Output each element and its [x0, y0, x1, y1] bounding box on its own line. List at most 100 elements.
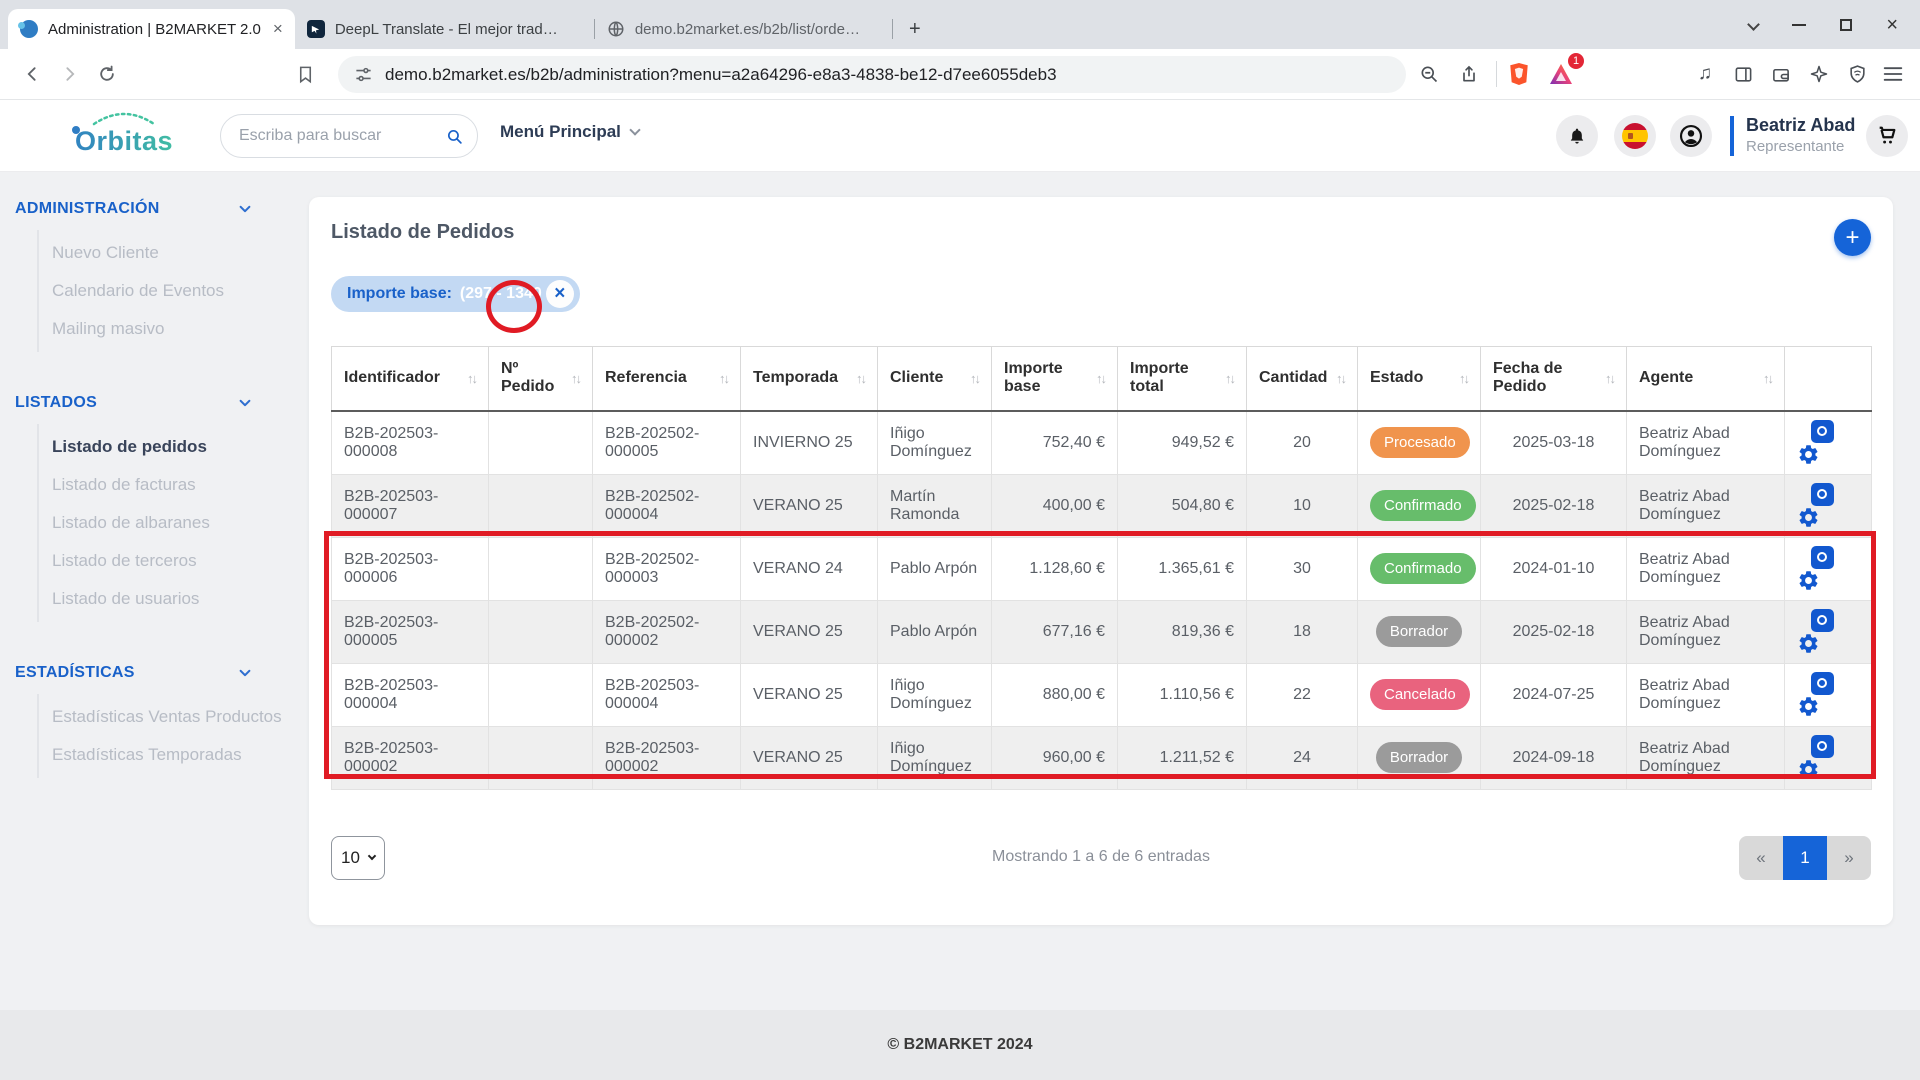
sidebar-item-calendario-de-eventos[interactable]: Calendario de Eventos — [52, 272, 282, 310]
settings-icon[interactable] — [1797, 632, 1820, 655]
column-header-cantidad[interactable]: Cantidad↑↓ — [1247, 347, 1358, 411]
column-header-agente[interactable]: Agente↑↓ — [1627, 347, 1785, 411]
browser-tab[interactable]: Administration | B2MARKET 2.0 × — [8, 9, 295, 49]
brave-rewards-icon[interactable]: 1 — [1544, 57, 1578, 91]
browser-tab[interactable]: demo.b2market.es/b2b/list/orders? — [595, 9, 893, 49]
view-icon[interactable] — [1811, 672, 1834, 695]
cell-n-pedido — [489, 474, 593, 537]
cart-button[interactable] — [1866, 115, 1908, 157]
pagination-page-1[interactable]: 1 — [1783, 836, 1827, 880]
table-row[interactable]: B2B-202503-000004B2B-202503-000004VERANO… — [332, 663, 1872, 726]
column-header-n-pedido[interactable]: Nº Pedido↑↓ — [489, 347, 593, 411]
sort-icon[interactable]: ↑↓ — [571, 371, 580, 386]
sidebar-item-listado-de-usuarios[interactable]: Listado de usuarios — [52, 580, 282, 618]
column-header-fecha-de-pedido[interactable]: Fecha de Pedido↑↓ — [1481, 347, 1627, 411]
chevron-down-icon — [238, 202, 252, 216]
language-selector[interactable] — [1614, 115, 1656, 157]
tab-close-icon[interactable]: × — [273, 19, 283, 39]
cell-cliente: Pablo Arpón — [878, 600, 992, 663]
search-input[interactable] — [239, 127, 446, 145]
pagination-next-button[interactable]: » — [1827, 836, 1871, 880]
table-row[interactable]: B2B-202503-000005B2B-202502-000002VERANO… — [332, 600, 1872, 663]
sidebar-section-listados[interactable]: LISTADOS — [15, 394, 282, 412]
brave-shield-icon[interactable] — [1502, 57, 1536, 91]
account-button[interactable] — [1670, 115, 1712, 157]
sidebar-item-estadisticas-ventas-productos[interactable]: Estadísticas Ventas Productos — [52, 698, 282, 736]
window-close-button[interactable]: × — [1886, 15, 1898, 35]
chevron-down-icon — [238, 396, 252, 410]
sort-icon[interactable]: ↑↓ — [1336, 371, 1345, 386]
cell-importe-total: 949,52 € — [1118, 411, 1247, 475]
sort-icon[interactable]: ↑↓ — [1763, 371, 1772, 386]
sidebar-item-listado-de-pedidos[interactable]: Listado de pedidos — [52, 428, 282, 466]
view-icon[interactable] — [1811, 420, 1834, 443]
zoom-out-icon[interactable] — [1412, 57, 1446, 91]
sort-icon[interactable]: ↑↓ — [1225, 371, 1234, 386]
column-header-estado[interactable]: Estado↑↓ — [1358, 347, 1481, 411]
window-minimize-button[interactable] — [1792, 24, 1806, 26]
settings-icon[interactable] — [1797, 443, 1820, 466]
sidebar-item-estadisticas-temporadas[interactable]: Estadísticas Temporadas — [52, 736, 282, 774]
column-header-cliente[interactable]: Cliente↑↓ — [878, 347, 992, 411]
add-order-button[interactable]: + — [1834, 219, 1871, 256]
sort-icon[interactable]: ↑↓ — [719, 371, 728, 386]
window-maximize-button[interactable] — [1840, 19, 1852, 31]
column-header-referencia[interactable]: Referencia↑↓ — [593, 347, 741, 411]
url-bar[interactable]: demo.b2market.es/b2b/administration?menu… — [338, 56, 1406, 93]
table-row[interactable]: B2B-202503-000007B2B-202502-000004VERANO… — [332, 474, 1872, 537]
sort-icon[interactable]: ↑↓ — [1096, 371, 1105, 386]
sort-icon[interactable]: ↑↓ — [1459, 371, 1468, 386]
logo-orbit-dot-icon — [72, 126, 80, 134]
leo-ai-sparkle-icon[interactable] — [1802, 57, 1836, 91]
reading-list-icon[interactable] — [288, 57, 322, 91]
sidebar-item-nuevo-cliente[interactable]: Nuevo Cliente — [52, 234, 282, 272]
sort-icon[interactable]: ↑↓ — [467, 371, 476, 386]
reload-button[interactable] — [90, 57, 124, 91]
main-menu-dropdown[interactable]: Menú Principal — [500, 122, 639, 142]
settings-icon[interactable] — [1797, 506, 1820, 529]
app-logo[interactable]: Orbitas — [64, 110, 184, 157]
table-row[interactable]: B2B-202503-000008B2B-202502-000005INVIER… — [332, 411, 1872, 475]
column-header-temporada[interactable]: Temporada↑↓ — [741, 347, 878, 411]
forward-button[interactable] — [52, 57, 86, 91]
url-text[interactable]: demo.b2market.es/b2b/administration?menu… — [385, 65, 1057, 85]
pagination-prev-button[interactable]: « — [1739, 836, 1783, 880]
notifications-button[interactable] — [1556, 115, 1598, 157]
table-row[interactable]: B2B-202503-000002B2B-202503-000002VERANO… — [332, 726, 1872, 789]
back-button[interactable] — [16, 57, 50, 91]
settings-icon[interactable] — [1797, 758, 1820, 781]
sidebar-section-administracion[interactable]: ADMINISTRACIÓN — [15, 200, 282, 218]
view-icon[interactable] — [1811, 609, 1834, 632]
global-search[interactable] — [220, 114, 478, 158]
sidebar-section-estadisticas[interactable]: ESTADÍSTICAS — [15, 664, 282, 682]
search-icon[interactable] — [446, 126, 463, 147]
menu-hamburger-icon[interactable] — [1876, 57, 1910, 91]
tab-search-chevron-icon[interactable] — [1747, 18, 1760, 31]
sidebar-item-mailing-masivo[interactable]: Mailing masivo — [52, 310, 282, 348]
filter-remove-icon[interactable]: × — [546, 280, 574, 308]
column-header-importe-base[interactable]: Importe base↑↓ — [992, 347, 1118, 411]
browser-tab[interactable]: DeepL Translate - El mejor traducto — [295, 9, 595, 49]
table-row[interactable]: B2B-202503-000006B2B-202502-000003VERANO… — [332, 537, 1872, 600]
column-header-identificador[interactable]: Identificador↑↓ — [332, 347, 489, 411]
view-icon[interactable] — [1811, 735, 1834, 758]
sort-icon[interactable]: ↑↓ — [970, 371, 979, 386]
sidebar-panel-icon[interactable] — [1726, 57, 1760, 91]
column-header-importe-total[interactable]: Importe total↑↓ — [1118, 347, 1247, 411]
settings-icon[interactable] — [1797, 569, 1820, 592]
view-icon[interactable] — [1811, 546, 1834, 569]
share-icon[interactable] — [1452, 57, 1486, 91]
sort-icon[interactable]: ↑↓ — [1605, 371, 1614, 386]
media-control-icon[interactable]: ♫ — [1688, 57, 1722, 91]
privacy-shield-icon[interactable] — [1840, 57, 1874, 91]
cell-fecha: 2025-03-18 — [1481, 411, 1627, 475]
site-settings-icon[interactable] — [354, 65, 373, 84]
new-tab-button[interactable]: + — [901, 15, 929, 43]
view-icon[interactable] — [1811, 483, 1834, 506]
settings-icon[interactable] — [1797, 695, 1820, 718]
sidebar-item-listado-de-facturas[interactable]: Listado de facturas — [52, 466, 282, 504]
wallet-icon[interactable] — [1764, 57, 1798, 91]
sort-icon[interactable]: ↑↓ — [856, 371, 865, 386]
sidebar-item-listado-de-albaranes[interactable]: Listado de albaranes — [52, 504, 282, 542]
sidebar-item-listado-de-terceros[interactable]: Listado de terceros — [52, 542, 282, 580]
